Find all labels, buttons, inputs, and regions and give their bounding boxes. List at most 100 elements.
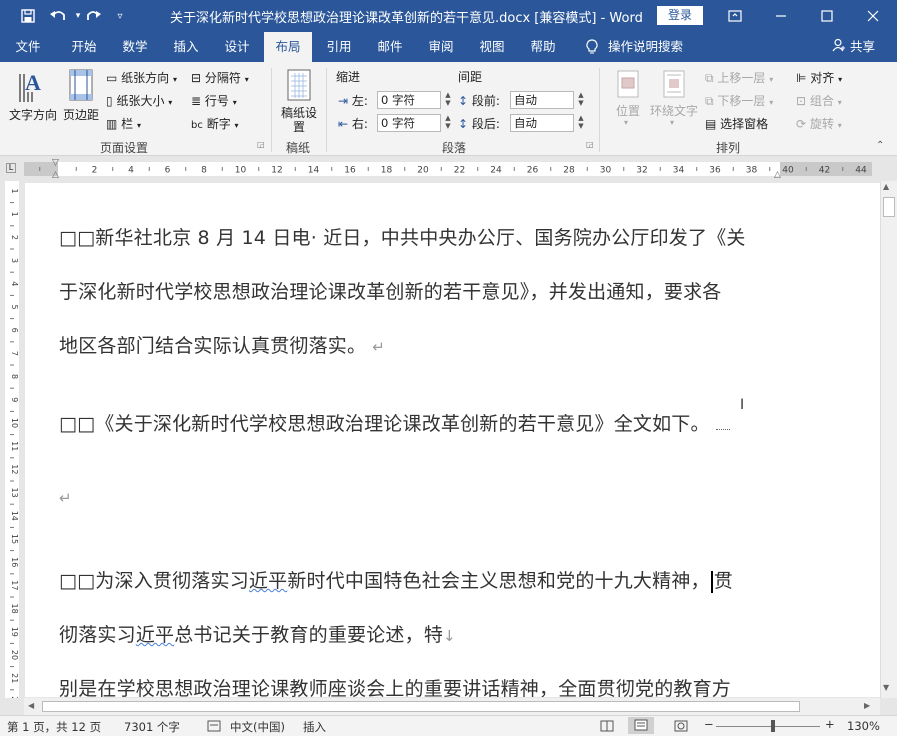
page-setup-launcher-icon[interactable]: ◲	[257, 140, 265, 149]
vertical-scrollbar[interactable]: ▲ ▼	[880, 181, 897, 698]
align-button[interactable]: ⊫ 对齐 ▾	[796, 69, 842, 86]
orientation-button[interactable]: ▭ 纸张方向 ▾	[106, 69, 177, 86]
tab-math[interactable]: 数学	[110, 32, 160, 62]
spacing-before-spinner[interactable]: ▲ ▼	[576, 91, 586, 109]
tab-references[interactable]: 引用	[314, 32, 364, 62]
tab-home[interactable]: 开始	[58, 32, 110, 62]
indent-left-input[interactable]: 0 字符	[377, 91, 441, 109]
paragraph-line[interactable]: 别是在学校思想政治理论课教师座谈会上的重要讲话精神，全面贯彻党的教育方	[59, 674, 731, 697]
selection-pane-button[interactable]: ▤ 选择窗格	[705, 115, 768, 132]
ruler-tick-label: 36	[709, 166, 721, 176]
window-title: 关于深化新时代学校思想政治理论课改革创新的若干意见.docx [兼容模式] - …	[170, 11, 643, 26]
paragraph-launcher-icon[interactable]: ◲	[586, 140, 594, 149]
customize-icon[interactable]: ▿	[106, 0, 134, 32]
hscroll-thumb[interactable]	[42, 701, 800, 712]
print-layout-icon[interactable]	[628, 717, 654, 734]
hyphenation-button[interactable]: bc 断字 ▾	[191, 115, 239, 132]
page-count[interactable]: 第 1 页，共 12 页	[7, 719, 101, 735]
paragraph-line[interactable]: 地区各部门结合实际认真贯彻落实。 ↵	[59, 331, 385, 358]
group-icon: ⊡	[796, 94, 807, 108]
send-backward-button[interactable]: ⧉ 下移一层 ▾	[705, 92, 773, 109]
tab-design[interactable]: 设计	[212, 32, 262, 62]
columns-button[interactable]: ▥ 栏 ▾	[106, 115, 141, 132]
paragraph-group-label: 段落	[442, 141, 467, 155]
paragraph-line[interactable]: □□新华社北京 8 月 14 日电· 近日，中共中央办公厅、国务院办公厅印发了《…	[59, 223, 746, 250]
close-icon[interactable]	[850, 0, 896, 32]
document-page[interactable]: □□新华社北京 8 月 14 日电· 近日，中共中央办公厅、国务院办公厅印发了《…	[25, 183, 880, 697]
word-count[interactable]: 7301 个字	[124, 719, 180, 735]
position-icon	[617, 70, 639, 98]
paragraph-line[interactable]: □□《关于深化新时代学校思想政治理论课改革创新的若干意见》全文如下。	[59, 409, 730, 436]
vruler-tick-label: 21	[10, 673, 19, 683]
spacing-after-spinner[interactable]: ▲ ▼	[576, 114, 586, 132]
zoom-in-icon[interactable]: +	[825, 717, 835, 731]
send-backward-icon: ⧉	[705, 94, 714, 108]
wrap-text-button[interactable]: 环绕文字 ▾	[648, 66, 700, 132]
minimize-icon[interactable]	[758, 0, 804, 32]
spacing-before-input[interactable]: 自动	[510, 91, 574, 109]
person-icon	[832, 33, 846, 62]
scroll-up-icon[interactable]: ▲	[883, 182, 889, 191]
group-separator	[326, 68, 327, 152]
zoom-out-icon[interactable]: −	[704, 717, 714, 731]
tab-insert[interactable]: 插入	[161, 32, 211, 62]
hanging-indent-marker[interactable]: △	[52, 170, 59, 180]
scroll-left-icon[interactable]: ◀	[28, 701, 34, 710]
zoom-slider-track[interactable]	[716, 726, 820, 727]
line-numbers-button[interactable]: ≣ 行号 ▾	[191, 92, 237, 109]
tab-view[interactable]: 视图	[467, 32, 517, 62]
ruler-tick-label: 2	[92, 166, 98, 176]
language-indicator[interactable]: 中文(中国)	[230, 719, 285, 735]
size-button[interactable]: ▯ 纸张大小 ▾	[106, 92, 172, 109]
tab-selector[interactable]: L	[6, 163, 16, 173]
tab-help[interactable]: 帮助	[518, 32, 568, 62]
horizontal-scrollbar[interactable]: ◀ ▶	[24, 698, 880, 715]
ribbon-display-icon[interactable]	[712, 0, 758, 32]
manuscript-settings-button[interactable]: 稿纸设置	[278, 66, 320, 138]
paragraph-line[interactable]: 彻落实习近平总书记关于教育的重要论述，特↓	[59, 620, 456, 647]
ruler-tick-label: 30	[600, 166, 612, 176]
collapse-ribbon-icon[interactable]: ⌃	[876, 140, 884, 151]
scroll-thumb[interactable]	[883, 197, 895, 217]
redo-icon[interactable]	[80, 0, 108, 32]
ruler-tick-label: 12	[271, 166, 282, 176]
maximize-icon[interactable]	[804, 0, 850, 32]
position-button[interactable]: 位置 ▾	[608, 66, 648, 132]
margins-button[interactable]: 页边距	[60, 66, 102, 126]
scroll-right-icon[interactable]: ▶	[864, 701, 870, 710]
indent-right-input[interactable]: 0 字符	[377, 114, 441, 132]
tab-mailings[interactable]: 邮件	[365, 32, 415, 62]
hyphenation-label: 断字	[206, 117, 231, 131]
paragraph-line[interactable]: □□为深入贯彻落实习近平新时代中国特色社会主义思想和党的十九大精神，贯	[59, 566, 733, 593]
insert-mode[interactable]: 插入	[303, 719, 326, 735]
share-button[interactable]: 共享	[832, 32, 875, 62]
indent-left-icon: ⇥	[338, 94, 349, 108]
spacing-after-label: ↕ 段后:	[458, 117, 500, 131]
breaks-button[interactable]: ⊟ 分隔符 ▾	[191, 69, 249, 86]
manuscript-group-label: 稿纸	[286, 141, 311, 155]
web-layout-icon[interactable]	[674, 720, 688, 735]
indent-left-spinner[interactable]: ▲ ▼	[443, 91, 453, 109]
tab-review[interactable]: 审阅	[416, 32, 466, 62]
group-button[interactable]: ⊡ 组合 ▾	[796, 92, 842, 109]
login-button[interactable]: 登录	[657, 6, 703, 25]
ruler-tick-label: 22	[454, 166, 465, 176]
save-icon[interactable]	[14, 0, 42, 32]
zoom-level[interactable]: 130%	[847, 719, 880, 733]
bring-forward-button[interactable]: ⧉ 上移一层 ▾	[705, 69, 773, 86]
first-line-indent-marker[interactable]: ▽	[52, 158, 59, 168]
read-mode-icon[interactable]	[600, 720, 614, 735]
zoom-slider-thumb[interactable]	[771, 720, 775, 732]
rotate-button[interactable]: ⟳ 旋转 ▾	[796, 115, 842, 132]
tell-me-search[interactable]: 操作说明搜索	[608, 32, 688, 62]
ruler-ticks: 2 4 6 8 10 12 14 16 18 20 22 24 26 28 30 32 34 36 38 40 42 44	[39, 166, 867, 176]
indent-right-spinner[interactable]: ▲ ▼	[443, 114, 453, 132]
spacing-after-input[interactable]: 自动	[510, 114, 574, 132]
proofing-icon[interactable]	[207, 720, 221, 735]
tab-file[interactable]: 文件	[4, 32, 52, 62]
text-direction-button[interactable]: A 文字方向	[8, 66, 58, 126]
paragraph-line[interactable]: 于深化新时代学校思想政治理论课改革创新的若干意见》，并发出通知，要求各	[59, 277, 722, 304]
scroll-down-icon[interactable]: ▼	[883, 683, 889, 692]
right-indent-marker[interactable]: △	[774, 170, 781, 180]
tab-layout[interactable]: 布局	[264, 32, 312, 62]
